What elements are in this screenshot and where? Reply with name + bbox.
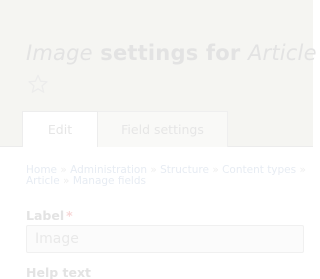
star-icon[interactable]: [27, 73, 49, 95]
page-title-bundle-name: Article: [247, 41, 317, 65]
breadcrumb-structure[interactable]: Structure: [160, 164, 209, 176]
breadcrumb-separator: »: [299, 164, 306, 176]
page-title-field-name: Image: [26, 41, 93, 65]
tab-bar: Edit Field settings: [22, 111, 228, 147]
page-title-middle: settings for: [92, 41, 248, 65]
help-text-label: Help text: [26, 265, 92, 279]
tab-edit[interactable]: Edit: [22, 111, 98, 147]
breadcrumb-article[interactable]: Article: [26, 175, 60, 187]
breadcrumb: Home » Administration » Structure » Cont…: [26, 165, 311, 187]
breadcrumb-content-types[interactable]: Content types: [222, 164, 296, 176]
label-field-label: Label *: [26, 208, 73, 223]
label-field-text: Label: [26, 208, 65, 223]
breadcrumb-separator: »: [63, 175, 70, 187]
page-title: Image settings for Article: [26, 40, 317, 66]
required-marker: *: [66, 208, 73, 223]
breadcrumb-separator: »: [150, 164, 157, 176]
tab-field-settings[interactable]: Field settings: [98, 111, 228, 147]
breadcrumb-separator: »: [212, 164, 219, 176]
page-header: Image settings for Article Edit Field se…: [0, 0, 317, 147]
breadcrumb-manage-fields[interactable]: Manage fields: [73, 175, 146, 187]
label-input[interactable]: [26, 225, 304, 253]
